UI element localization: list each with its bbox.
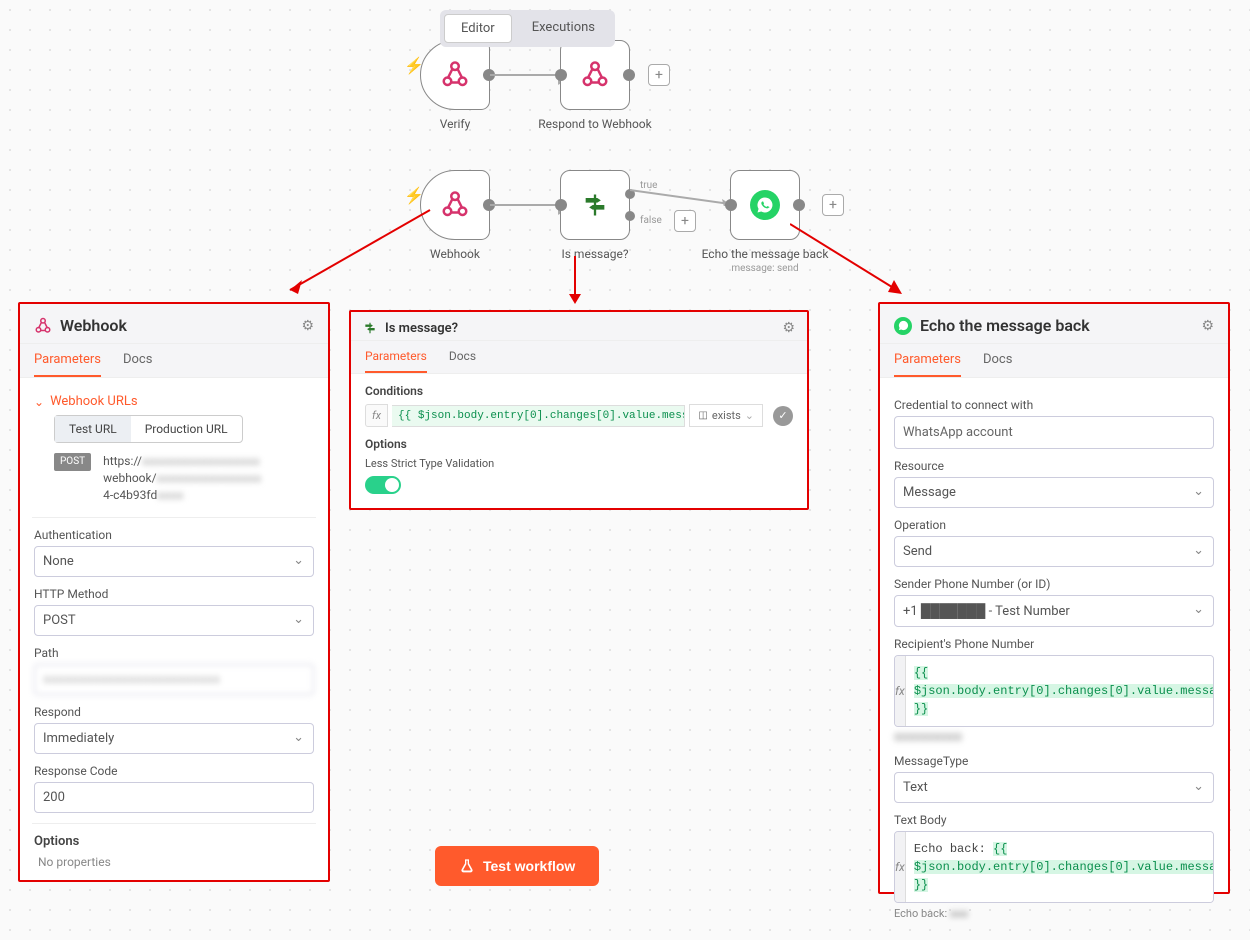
field-label: Sender Phone Number (or ID) xyxy=(894,577,1214,591)
field-label: Authentication xyxy=(34,528,314,542)
field-label: MessageType xyxy=(894,754,1214,768)
gear-icon[interactable]: ⚙ xyxy=(301,318,314,334)
tab-parameters[interactable]: Parameters xyxy=(34,352,101,377)
webhook-icon xyxy=(440,60,470,90)
node-respond[interactable]: Respond to Webhook xyxy=(560,40,630,110)
respond-select[interactable]: Immediately xyxy=(34,723,314,754)
conditions-label: Conditions xyxy=(365,384,793,398)
webhook-icon xyxy=(34,317,52,335)
tab-parameters[interactable]: Parameters xyxy=(365,349,427,373)
connector: ▸ xyxy=(490,204,560,206)
response-code-input[interactable]: 200 xyxy=(34,782,314,813)
test-workflow-button[interactable]: Test workflow xyxy=(435,846,599,886)
condition-expression-input[interactable]: {{ $json.body.entry[0].changes[0].value.… xyxy=(392,405,685,427)
signpost-icon xyxy=(581,191,609,219)
resource-select[interactable]: Message xyxy=(894,477,1214,508)
tab-docs[interactable]: Docs xyxy=(983,352,1012,377)
condition-row: fx {{ $json.body.entry[0].changes[0].val… xyxy=(365,404,793,427)
panel-title: Echo the message back xyxy=(920,316,1090,335)
tab-parameters[interactable]: Parameters xyxy=(894,352,961,377)
flask-icon xyxy=(459,858,475,874)
whatsapp-icon xyxy=(894,317,912,335)
field-label: Respond xyxy=(34,705,314,719)
workflow-canvas[interactable]: Editor Executions ⚡ Verify ▸ Respond to … xyxy=(0,0,1250,900)
tab-docs[interactable]: Docs xyxy=(123,352,152,377)
tab-editor[interactable]: Editor xyxy=(444,14,512,43)
path-input[interactable]: aaaaaaaaaaaaaaaaaaaaaaaaa xyxy=(34,664,314,695)
node-label: Verify xyxy=(440,117,471,131)
message-type-select[interactable]: Text xyxy=(894,772,1214,803)
credential-select[interactable]: WhatsApp account xyxy=(894,416,1214,449)
edge-label-false: false xyxy=(640,215,662,226)
tab-executions[interactable]: Executions xyxy=(516,14,611,43)
options-label: Options xyxy=(34,834,314,849)
webhook-urls-section[interactable]: ⌄ Webhook URLs xyxy=(34,394,314,409)
options-empty: No properties xyxy=(34,849,314,875)
method-badge: POST xyxy=(54,453,91,471)
connector: ▸ xyxy=(490,74,560,76)
fx-badge[interactable]: fx xyxy=(365,404,388,427)
gear-icon[interactable]: ⚙ xyxy=(1201,318,1214,334)
webhook-icon xyxy=(580,60,610,90)
url-toggle: Test URL Production URL xyxy=(54,415,243,443)
option-toggle-label: Less Strict Type Validation xyxy=(365,457,793,470)
field-label: Operation xyxy=(894,518,1214,532)
field-label: Path xyxy=(34,646,314,660)
recipient-expression-input[interactable]: fx {{ $json.body.entry[0].changes[0].val… xyxy=(894,655,1214,727)
add-node-button[interactable]: + xyxy=(674,210,696,232)
condition-status-icon: ✓ xyxy=(773,406,793,426)
field-label: Recipient's Phone Number xyxy=(894,637,1214,651)
connector xyxy=(630,186,730,206)
text-body-preview: Echo back: aaa xyxy=(894,907,1214,920)
add-node-button[interactable]: + xyxy=(822,194,844,216)
fx-badge: fx xyxy=(895,832,906,902)
node-is-message[interactable]: Is message? xyxy=(560,170,630,240)
view-tabs: Editor Executions xyxy=(440,10,615,47)
panel-title: Webhook xyxy=(60,316,127,335)
whatsapp-icon xyxy=(750,190,780,220)
field-label: Text Body xyxy=(894,813,1214,827)
signpost-icon xyxy=(363,321,377,335)
less-strict-toggle[interactable] xyxy=(365,476,401,494)
field-label: Response Code xyxy=(34,764,314,778)
fx-badge: fx xyxy=(895,656,906,726)
echo-panel: Echo the message back ⚙ Parameters Docs … xyxy=(878,302,1230,894)
condition-operator-select[interactable]: ◫ exists ⌄ xyxy=(689,404,763,427)
node-verify[interactable]: Verify xyxy=(420,40,490,110)
production-url-button[interactable]: Production URL xyxy=(131,416,242,442)
node-label: Respond to Webhook xyxy=(538,117,651,131)
field-label: Credential to connect with xyxy=(894,398,1214,412)
gear-icon[interactable]: ⚙ xyxy=(782,320,795,336)
webhook-panel: Webhook ⚙ Parameters Docs ⌄ Webhook URLs… xyxy=(18,302,330,882)
field-label: Resource xyxy=(894,459,1214,473)
recipient-preview: 00000000000 xyxy=(894,731,1214,744)
text-body-expression-input[interactable]: fx Echo back: {{ $json.body.entry[0].cha… xyxy=(894,831,1214,903)
is-message-panel: Is message? ⚙ Parameters Docs Conditions… xyxy=(349,310,809,510)
node-sublabel: message: send xyxy=(731,263,798,274)
tab-docs[interactable]: Docs xyxy=(449,349,476,373)
http-method-select[interactable]: POST xyxy=(34,605,314,636)
add-node-button[interactable]: + xyxy=(648,64,670,86)
panel-title: Is message? xyxy=(385,321,458,336)
options-label: Options xyxy=(365,437,793,451)
webhook-url-display: POST https://aaaaaaaaaaaaaaaaaa webhook/… xyxy=(54,453,314,503)
sender-select[interactable]: +1 ███████ - Test Number xyxy=(894,595,1214,627)
field-label: HTTP Method xyxy=(34,587,314,601)
operation-select[interactable]: Send xyxy=(894,536,1214,567)
webhook-icon xyxy=(440,190,470,220)
chevron-down-icon: ⌄ xyxy=(34,395,44,409)
test-url-button[interactable]: Test URL xyxy=(55,416,131,442)
authentication-select[interactable]: None xyxy=(34,546,314,577)
